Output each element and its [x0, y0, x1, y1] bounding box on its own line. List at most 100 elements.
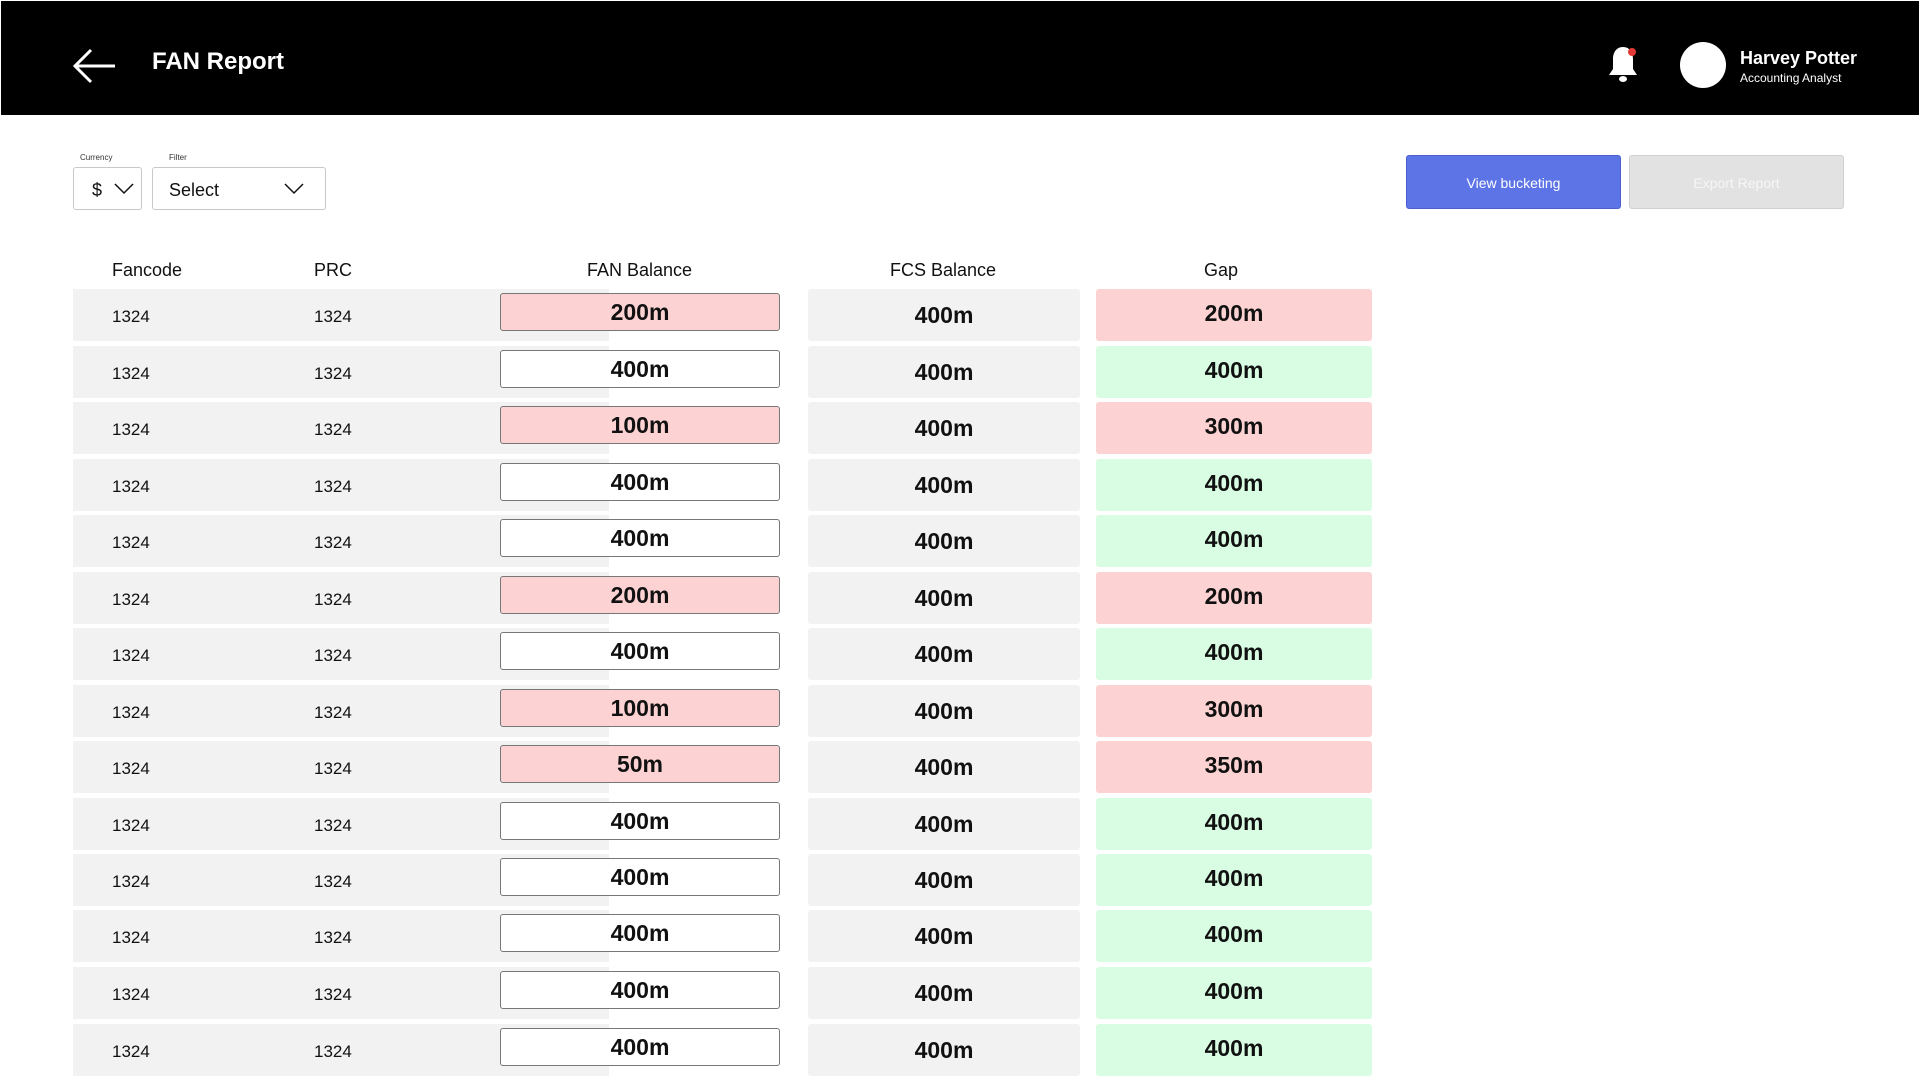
fancode-cell: 1324	[112, 420, 150, 439]
fancode-cell: 1324	[112, 759, 150, 778]
fan-balance-input[interactable]: 50m	[500, 745, 780, 783]
fan-balance-input[interactable]: 400m	[500, 519, 780, 557]
fancode-cell: 1324	[112, 646, 150, 665]
bell-icon[interactable]	[1606, 43, 1640, 85]
table-row: 1324 1324 400m 400m 400m	[73, 515, 1373, 567]
fcs-balance-cell: 400m	[808, 628, 1080, 680]
currency-value: $	[92, 180, 103, 200]
fan-balance-input[interactable]: 400m	[500, 632, 780, 670]
table-row: 1324 1324 200m 400m 200m	[73, 572, 1373, 624]
gap-cell: 400m	[1096, 1024, 1372, 1076]
fan-balance-input[interactable]: 400m	[500, 463, 780, 501]
table-row: 1324 1324 400m 400m 400m	[73, 459, 1373, 511]
table-row: 1324 1324 400m 400m 400m	[73, 910, 1373, 962]
prc-cell: 1324	[314, 1042, 352, 1061]
prc-cell: 1324	[314, 307, 352, 326]
fcs-balance-cell: 400m	[808, 854, 1080, 906]
fancode-cell: 1324	[112, 533, 150, 552]
column-header-prc: PRC	[314, 260, 353, 280]
fancode-cell: 1324	[112, 307, 150, 326]
prc-cell: 1324	[314, 420, 352, 439]
fancode-cell: 1324	[112, 590, 150, 609]
view-bucketing-button[interactable]: View bucketing	[1406, 155, 1621, 209]
fancode-cell: 1324	[112, 928, 150, 947]
fancode-cell: 1324	[112, 703, 150, 722]
table-row: 1324 1324 400m 400m 400m	[73, 967, 1373, 1019]
prc-cell: 1324	[314, 533, 352, 552]
fcs-balance-cell: 400m	[808, 459, 1080, 511]
table-row: 1324 1324 400m 400m 400m	[73, 1024, 1373, 1076]
gap-cell: 300m	[1096, 402, 1372, 454]
currency-select[interactable]: $	[73, 167, 142, 210]
gap-cell: 400m	[1096, 459, 1372, 511]
fancode-cell: 1324	[112, 872, 150, 891]
table-row: 1324 1324 400m 400m 400m	[73, 854, 1373, 906]
table-row: 1324 1324 200m 400m 200m	[73, 289, 1373, 341]
prc-cell: 1324	[314, 985, 352, 1004]
fcs-balance-cell: 400m	[808, 685, 1080, 737]
gap-cell: 300m	[1096, 685, 1372, 737]
fan-balance-input[interactable]: 400m	[500, 802, 780, 840]
gap-cell: 400m	[1096, 910, 1372, 962]
fan-balance-input[interactable]: 200m	[500, 576, 780, 614]
table-row: 1324 1324 400m 400m 400m	[73, 798, 1373, 850]
gap-cell: 350m	[1096, 741, 1372, 793]
prc-cell: 1324	[314, 759, 352, 778]
prc-cell: 1324	[314, 872, 352, 891]
fan-balance-input[interactable]: 400m	[500, 1028, 780, 1066]
back-arrow-icon[interactable]	[72, 46, 117, 86]
prc-cell: 1324	[314, 477, 352, 496]
gap-cell: 400m	[1096, 346, 1372, 398]
fancode-cell: 1324	[112, 477, 150, 496]
top-bar: FAN Report Harvey Potter Accounting Anal…	[1, 1, 1919, 115]
fan-balance-input[interactable]: 100m	[500, 689, 780, 727]
table-row: 1324 1324 100m 400m 300m	[73, 402, 1373, 454]
page-title: FAN Report	[152, 48, 284, 75]
fcs-balance-cell: 400m	[808, 910, 1080, 962]
gap-cell: 200m	[1096, 289, 1372, 341]
fan-balance-input[interactable]: 400m	[500, 858, 780, 896]
avatar[interactable]	[1680, 42, 1726, 88]
gap-cell: 400m	[1096, 967, 1372, 1019]
currency-label: Currency	[80, 153, 113, 162]
fan-balance-input[interactable]: 200m	[500, 293, 780, 331]
column-header-fancode: Fancode	[112, 260, 183, 280]
gap-cell: 200m	[1096, 572, 1372, 624]
user-role: Accounting Analyst	[1740, 71, 1842, 85]
chevron-down-icon	[114, 183, 134, 195]
chevron-down-icon	[284, 183, 304, 195]
prc-cell: 1324	[314, 364, 352, 383]
gap-cell: 400m	[1096, 628, 1372, 680]
prc-cell: 1324	[314, 703, 352, 722]
prc-cell: 1324	[314, 646, 352, 665]
gap-cell: 400m	[1096, 515, 1372, 567]
prc-cell: 1324	[314, 816, 352, 835]
fcs-balance-cell: 400m	[808, 967, 1080, 1019]
column-header-gap: Gap	[1204, 260, 1239, 280]
fancode-cell: 1324	[112, 816, 150, 835]
fan-balance-input[interactable]: 100m	[500, 406, 780, 444]
fan-balance-input[interactable]: 400m	[500, 971, 780, 1009]
column-header-fan-balance: FAN Balance	[587, 260, 693, 280]
gap-cell: 400m	[1096, 798, 1372, 850]
fcs-balance-cell: 400m	[808, 741, 1080, 793]
fancode-cell: 1324	[112, 985, 150, 1004]
fan-balance-input[interactable]: 400m	[500, 914, 780, 952]
table-row: 1324 1324 400m 400m 400m	[73, 346, 1373, 398]
notification-dot	[1628, 48, 1636, 56]
fcs-balance-cell: 400m	[808, 798, 1080, 850]
filter-select[interactable]: Select	[152, 167, 326, 210]
filter-value: Select	[169, 180, 220, 200]
column-header-fcs-balance: FCS Balance	[890, 260, 997, 280]
gap-cell: 400m	[1096, 854, 1372, 906]
fancode-cell: 1324	[112, 1042, 150, 1061]
fcs-balance-cell: 400m	[808, 572, 1080, 624]
fancode-cell: 1324	[112, 364, 150, 383]
fcs-balance-cell: 400m	[808, 515, 1080, 567]
export-report-button[interactable]: Export Report	[1629, 155, 1844, 209]
prc-cell: 1324	[314, 928, 352, 947]
table-row: 1324 1324 50m 400m 350m	[73, 741, 1373, 793]
table-row: 1324 1324 100m 400m 300m	[73, 685, 1373, 737]
fan-balance-input[interactable]: 400m	[500, 350, 780, 388]
fcs-balance-cell: 400m	[808, 289, 1080, 341]
